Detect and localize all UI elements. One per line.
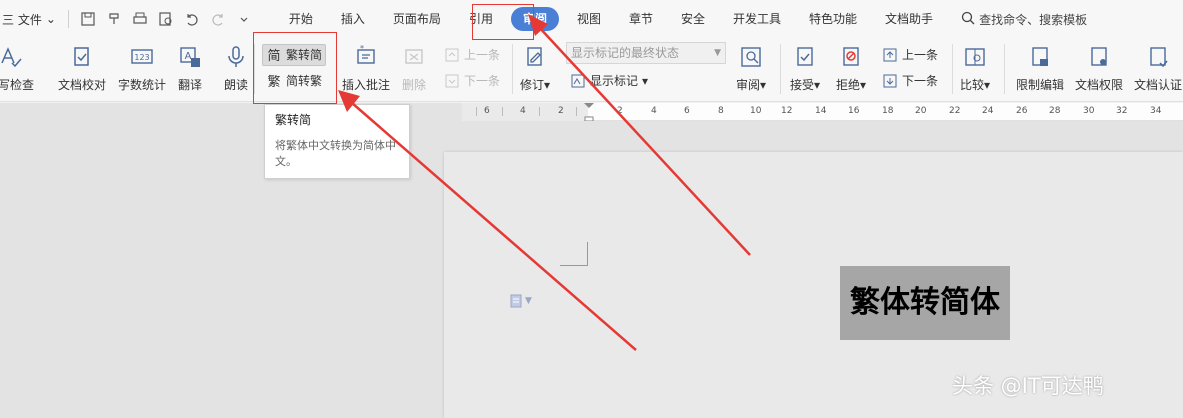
accept-button[interactable]: 接受▾ [790,42,820,93]
translate-button[interactable]: A 翻译 [176,42,204,93]
quick-access: 三 文件 ⌄ [0,0,257,38]
doc-cert-button[interactable]: 文档认证 [1134,42,1182,93]
tab-layout[interactable]: 页面布局 [379,7,455,31]
proofread-icon [68,42,96,72]
track-changes-icon [521,42,549,72]
save-icon[interactable] [77,8,99,30]
undo-icon[interactable] [181,8,203,30]
restrict-editing-button[interactable]: 限制编辑 [1016,42,1064,93]
prev-icon [444,47,460,63]
customize-icon[interactable] [233,8,255,30]
next-icon [882,73,898,89]
tab-doc-assistant[interactable]: 文档助手 [871,7,947,31]
tab-insert[interactable]: 插入 [327,7,379,31]
tab-home[interactable]: 开始 [275,7,327,31]
wordcount-icon: 123 [128,42,156,72]
proofread-button[interactable]: 文档校对 [58,42,106,93]
ribbon-tabs: 开始 插入 页面布局 引用 审阅 视图 章节 安全 开发工具 特色功能 文档助手 [275,7,947,31]
spellcheck-icon [0,42,24,72]
selected-text[interactable]: 繁体转简体 [840,266,1010,340]
prev-icon [882,47,898,63]
tab-developer[interactable]: 开发工具 [719,7,795,31]
tab-section[interactable]: 章节 [615,7,667,31]
svg-text:123: 123 [134,53,149,62]
reject-button[interactable]: 拒绝▾ [836,42,866,93]
compare-icon [961,42,989,72]
tab-security[interactable]: 安全 [667,7,719,31]
markup-state-select[interactable]: 显示标记的最终状态 ▼ [566,42,726,64]
menu-bar: 三 文件 ⌄ 开始 插入 页面布局 引用 审阅 视图 章节 安全 开发工具 特色功… [0,0,1183,38]
svg-text:*: * [360,45,364,53]
paragraph-menu-icon[interactable]: ▼ [510,294,532,308]
permission-icon [1085,42,1113,72]
compare-button[interactable]: 比较▾ [960,42,990,93]
prev-comment-button[interactable]: 上一条 [444,46,500,63]
svg-text:A: A [185,51,192,62]
conversion-group-highlight-box [253,32,337,104]
horizontal-ruler[interactable]: 6 4 2 2 4 6 8 10 12 14 16 18 20 22 24 26… [462,103,1183,122]
search-icon [961,11,975,28]
track-changes-button[interactable]: 修订▾ [520,42,550,93]
delete-icon [400,42,428,72]
next-icon [444,73,460,89]
next-change-button[interactable]: 下一条 [882,72,938,89]
margin-corner-mark [560,242,588,266]
certificate-icon [1144,42,1172,72]
command-search[interactable]: 查找命令、搜索模板 [961,11,1087,28]
translate-icon: A [176,42,204,72]
show-markup-icon [570,73,586,89]
tab-features[interactable]: 特色功能 [795,7,871,31]
review-tab-highlight-box [472,4,534,40]
format-painter-icon[interactable] [103,8,125,30]
show-markup-button[interactable]: 显示标记 ▾ [570,72,648,89]
insert-comment-button[interactable]: * 插入批注 [342,42,390,93]
reject-icon [837,42,865,72]
print-icon[interactable] [129,8,151,30]
tab-view[interactable]: 视图 [563,7,615,31]
accept-icon [791,42,819,72]
readaloud-button[interactable]: 朗读 [222,42,250,93]
redo-icon[interactable] [207,8,229,30]
trad-to-simp-tooltip: 繁转简 将繁体中文转换为简体中文。 [264,104,410,179]
chevron-down-icon: ⌄ [45,12,56,26]
next-comment-button[interactable]: 下一条 [444,72,500,89]
spellcheck-button[interactable]: 拼写检查 [0,42,34,93]
comment-icon: * [352,42,380,72]
restrict-icon [1026,42,1054,72]
wordcount-button[interactable]: 123 字数统计 [118,42,166,93]
file-menu[interactable]: 三 文件 ⌄ [2,11,62,28]
print-preview-icon[interactable] [155,8,177,30]
review-pane-button[interactable]: 审阅▾ [736,42,766,93]
review-pane-icon [737,42,765,72]
microphone-icon [222,42,250,72]
ribbon-review: 拼写检查 文档校对 123 字数统计 A 翻译 朗读 简 繁转简 繁 简转繁 *… [0,38,1183,102]
prev-change-button[interactable]: 上一条 [882,46,938,63]
watermark-text: 头条 @IT可达鸭 [952,374,1104,398]
chevron-down-icon: ▼ [714,48,721,58]
indent-marker[interactable] [584,103,594,122]
chevron-down-icon: ▼ [525,296,532,306]
delete-comment-button[interactable]: 删除 [400,42,428,93]
doc-permission-button[interactable]: 文档权限 [1075,42,1123,93]
